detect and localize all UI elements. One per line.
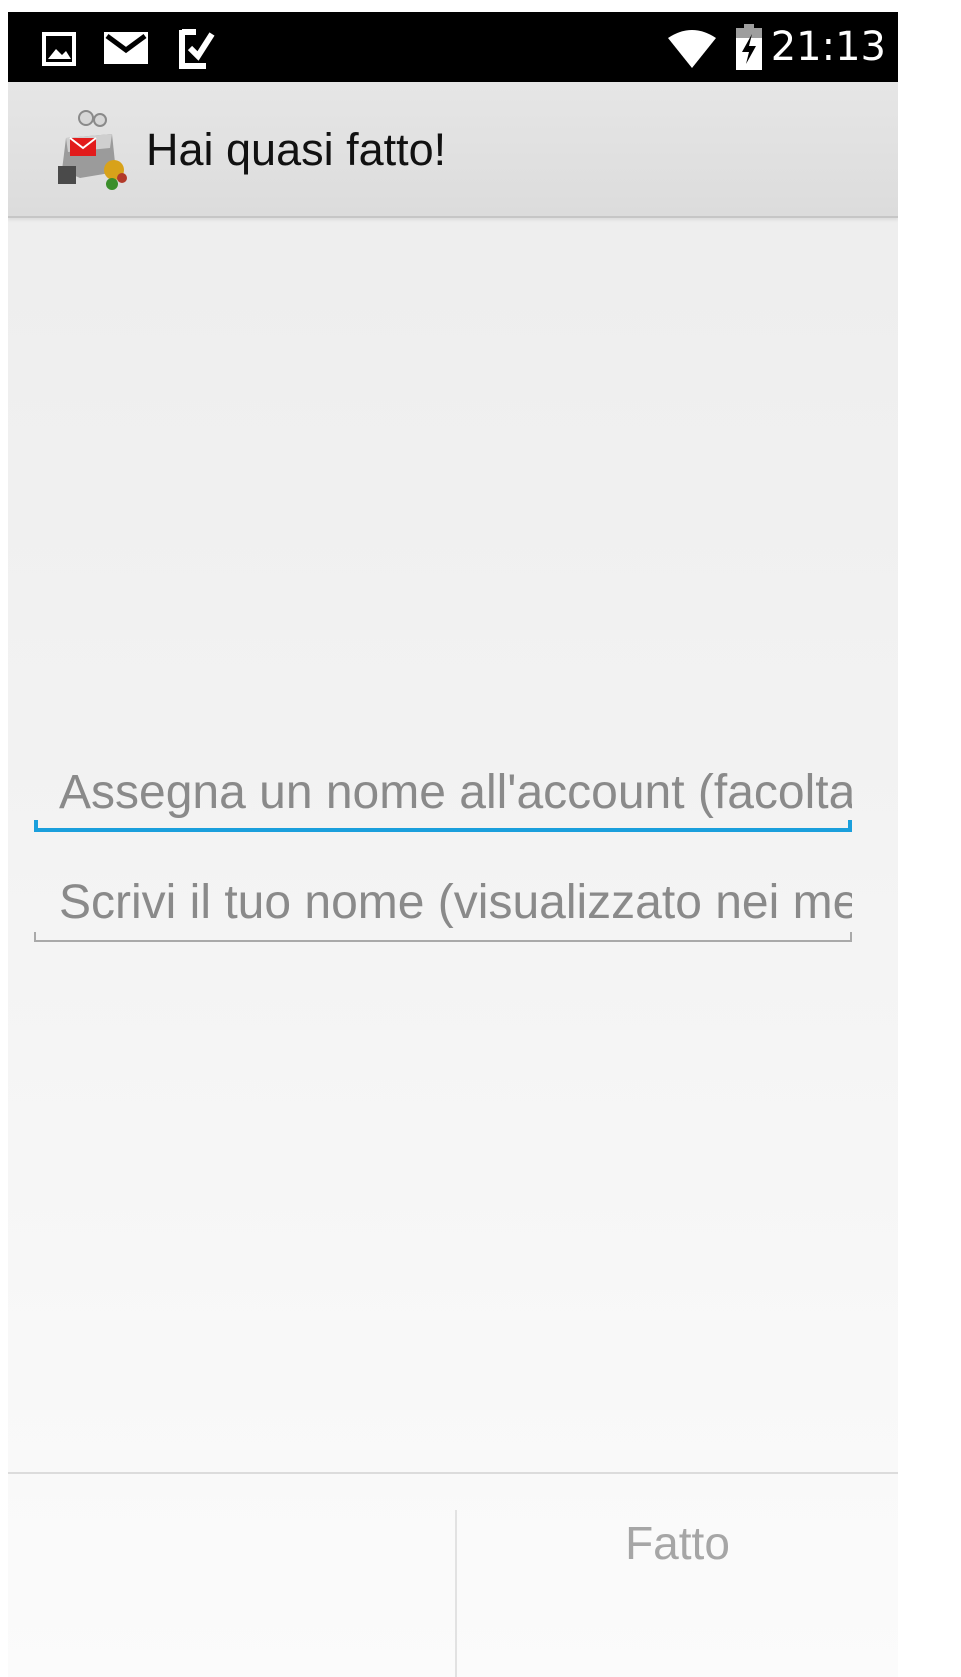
checkmark-clipboard-icon xyxy=(179,29,215,69)
done-button[interactable]: Fatto xyxy=(457,1474,898,1677)
empty-button-slot xyxy=(8,1474,455,1677)
mail-icon xyxy=(104,32,148,64)
done-button-label: Fatto xyxy=(625,1517,730,1569)
account-name-field xyxy=(34,752,852,832)
status-bar: 21:13 xyxy=(8,12,898,82)
wifi-icon xyxy=(668,30,716,68)
battery-charging-icon xyxy=(736,24,762,70)
your-name-input[interactable] xyxy=(34,862,852,942)
bottom-button-bar: Fatto xyxy=(8,1472,898,1677)
action-bar: Hai quasi fatto! xyxy=(8,82,898,218)
your-name-field xyxy=(34,862,852,942)
account-name-input[interactable] xyxy=(34,752,852,832)
app-logo-icon xyxy=(58,110,127,190)
gallery-icon xyxy=(42,32,76,66)
screen: 21:13 Hai quasi fatto! Assegna un nome a… xyxy=(8,12,898,1677)
page-title: Hai quasi fatto! xyxy=(146,124,447,175)
clock: 21:13 xyxy=(770,24,886,70)
